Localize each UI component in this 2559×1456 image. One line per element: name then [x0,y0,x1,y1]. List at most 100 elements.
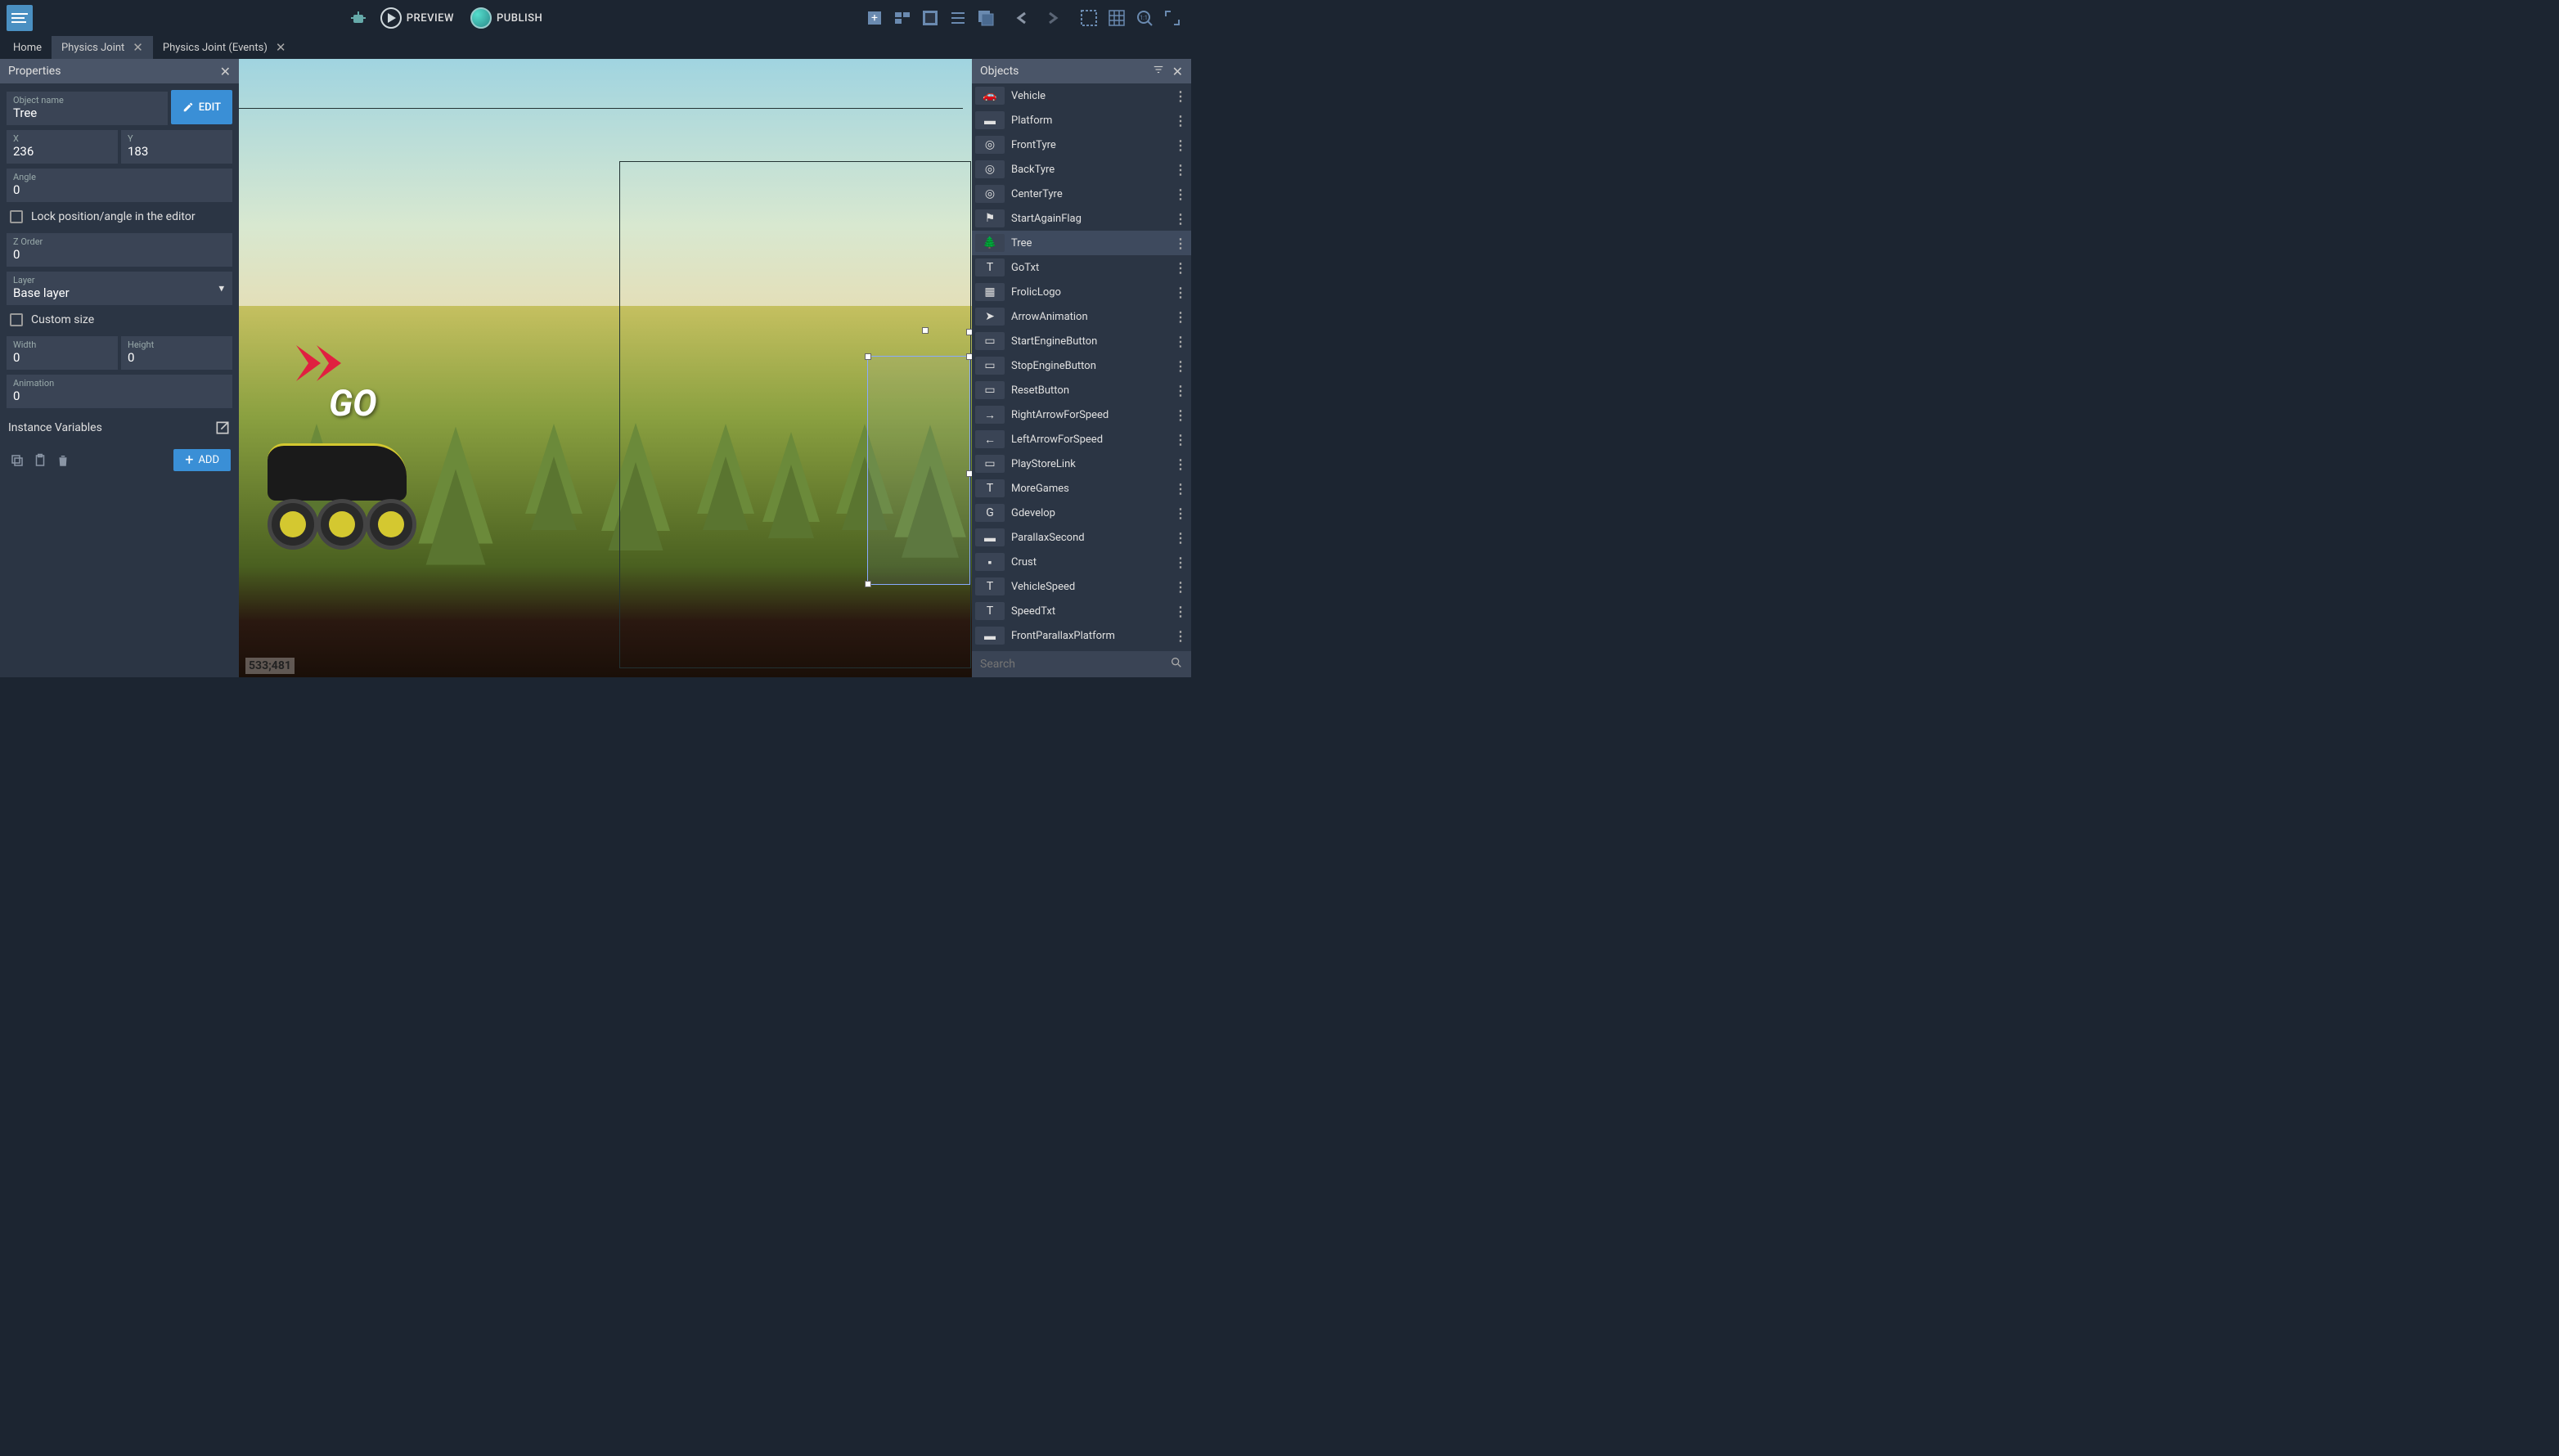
copy-icon[interactable] [8,452,26,470]
redo-icon[interactable] [1039,6,1064,30]
object-item[interactable]: GGdevelop⋮ [972,501,1191,525]
more-icon[interactable]: ⋮ [1174,432,1186,447]
publish-button[interactable]: PUBLISH [464,4,549,32]
lock-checkbox[interactable] [10,210,23,223]
preview-button[interactable]: PREVIEW [374,4,461,32]
object-thumb: T [975,577,1005,595]
close-icon[interactable]: ✕ [276,40,286,55]
object-thumb: ▦ [975,283,1005,301]
object-item[interactable]: TSpeedTxt⋮ [972,599,1191,623]
object-thumb: 🌲 [975,234,1005,252]
toggle-grid-icon[interactable] [1104,6,1129,30]
object-name-field[interactable] [13,106,161,120]
object-item[interactable]: TMoreGames⋮ [972,476,1191,501]
scene-canvas[interactable]: GO 533;481 [239,59,972,677]
objects-panel: Objects ✕ 🚗Vehicle⋮▬Platform⋮◎FrontTyre⋮… [972,59,1191,677]
more-icon[interactable]: ⋮ [1174,604,1186,619]
close-icon[interactable]: ✕ [133,40,143,55]
search-input[interactable] [980,658,1163,671]
object-name: GoTxt [1011,262,1167,274]
more-icon[interactable]: ⋮ [1174,579,1186,595]
more-icon[interactable]: ⋮ [1174,236,1186,251]
object-item[interactable]: 🌲Tree⋮ [972,231,1191,255]
more-icon[interactable]: ⋮ [1174,137,1186,153]
object-item[interactable]: ▬ParallaxSecond⋮ [972,525,1191,550]
more-icon[interactable]: ⋮ [1174,481,1186,497]
customsize-checkbox[interactable] [10,313,23,326]
more-icon[interactable]: ⋮ [1174,309,1186,325]
more-icon[interactable]: ⋮ [1174,407,1186,423]
object-item[interactable]: ▬FrontParallaxPlatform⋮ [972,623,1191,648]
animation-field[interactable] [13,389,226,403]
width-field[interactable] [13,350,111,365]
height-field[interactable] [128,350,226,365]
open-external-icon[interactable] [214,420,231,436]
object-item[interactable]: ▪Crust⋮ [972,550,1191,574]
close-icon[interactable]: ✕ [220,64,231,79]
more-icon[interactable]: ⋮ [1174,456,1186,472]
layers-icon[interactable] [974,6,998,30]
object-name: FrolicLogo [1011,286,1167,299]
object-item[interactable]: ▭ResetButton⋮ [972,378,1191,402]
object-item[interactable]: ◎FrontTyre⋮ [972,133,1191,157]
more-icon[interactable]: ⋮ [1174,334,1186,349]
y-field[interactable] [128,144,226,159]
object-item[interactable]: ▦ FrolicLogo ⋮ [972,280,1191,304]
object-name: StartAgainFlag [1011,213,1167,225]
fullscreen-icon[interactable] [1160,6,1185,30]
object-item[interactable]: TGoTxt⋮ [972,255,1191,280]
object-item[interactable]: →RightArrowForSpeed⋮ [972,402,1191,427]
more-icon[interactable]: ⋮ [1174,530,1186,546]
paste-icon[interactable] [31,452,49,470]
object-item[interactable]: 🚗Vehicle⋮ [972,83,1191,108]
more-icon[interactable]: ⋮ [1174,186,1186,202]
more-icon[interactable]: ⋮ [1174,383,1186,398]
more-icon[interactable]: ⋮ [1174,285,1186,300]
more-icon[interactable]: ⋮ [1174,555,1186,570]
layer-select[interactable]: LayerBase layer▾ [7,270,232,305]
object-item[interactable]: ▭StartEngineButton⋮ [972,329,1191,353]
more-icon[interactable]: ⋮ [1174,260,1186,276]
object-item[interactable]: ◎BackTyre⋮ [972,157,1191,182]
angle-field[interactable] [13,182,226,197]
objects-title: Objects [980,65,1019,78]
zoom-reset-icon[interactable]: 1:1 [1132,6,1157,30]
edit-button[interactable]: EDIT [171,90,232,124]
debug-icon[interactable] [346,6,371,30]
groups-icon[interactable] [918,6,942,30]
more-icon[interactable]: ⋮ [1174,162,1186,178]
objects-panel-icon[interactable] [890,6,915,30]
object-item[interactable]: ⚑StartAgainFlag⋮ [972,206,1191,231]
object-item[interactable]: ▬Platform⋮ [972,108,1191,133]
delete-icon[interactable] [54,452,72,470]
more-icon[interactable]: ⋮ [1174,88,1186,104]
more-icon[interactable]: ⋮ [1174,628,1186,644]
add-button[interactable]: +ADD [173,449,231,471]
cursor-coords: 533;481 [245,658,295,674]
properties-icon[interactable] [946,6,970,30]
plus-icon: + [185,455,193,466]
toggle-mask-icon[interactable] [1077,6,1101,30]
main-menu-icon[interactable] [7,5,33,31]
more-icon[interactable]: ⋮ [1174,113,1186,128]
object-item[interactable]: TVehicleSpeed⋮ [972,574,1191,599]
object-item[interactable]: ←LeftArrowForSpeed⋮ [972,427,1191,452]
add-object-icon[interactable]: + [862,6,887,30]
close-icon[interactable]: ✕ [1172,64,1183,79]
object-thumb: G [975,504,1005,522]
tab-physics-joint-events[interactable]: Physics Joint (Events)✕ [153,36,296,59]
object-item[interactable]: ▭PlayStoreLink⋮ [972,452,1191,476]
zorder-field[interactable] [13,247,226,262]
object-item[interactable]: ▭StopEngineButton⋮ [972,353,1191,378]
tab-home[interactable]: Home [3,36,52,59]
more-icon[interactable]: ⋮ [1174,211,1186,227]
undo-icon[interactable] [1011,6,1036,30]
more-icon[interactable]: ⋮ [1174,506,1186,521]
object-item[interactable]: ◎CenterTyre⋮ [972,182,1191,206]
search-icon[interactable] [1170,656,1183,672]
x-field[interactable] [13,144,111,159]
object-item[interactable]: ➤ArrowAnimation⋮ [972,304,1191,329]
tab-physics-joint[interactable]: Physics Joint✕ [52,36,153,59]
more-icon[interactable]: ⋮ [1174,358,1186,374]
filter-icon[interactable] [1153,64,1164,79]
